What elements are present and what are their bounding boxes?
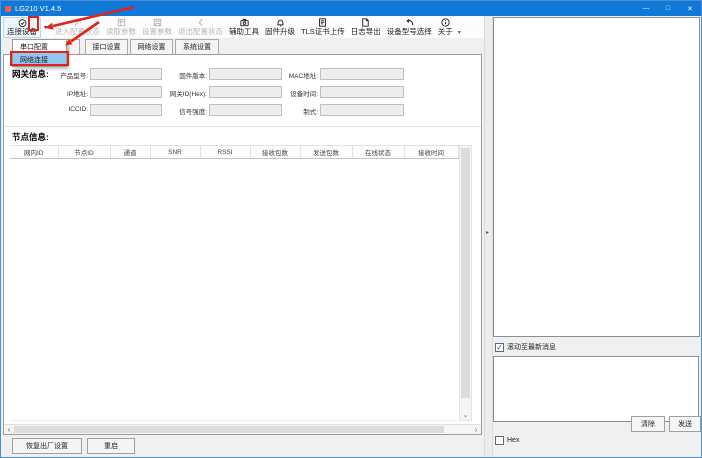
close-button[interactable]: ✕ [679, 1, 701, 16]
minimize-button[interactable]: — [635, 1, 657, 16]
column-header-rx-time[interactable]: 接收时间 [404, 146, 458, 159]
firmware-version-label: 固件版本: [145, 70, 207, 80]
section-divider [4, 126, 481, 127]
network-standard-label: 制式: [256, 106, 318, 116]
window-title: LG210 V1.4.5 [15, 4, 61, 13]
autoscroll-row: ✓ 滚动至最新消息 [495, 342, 556, 352]
scroll-right-icon[interactable]: › [471, 425, 481, 435]
hex-label: Hex [507, 437, 519, 444]
main-panel: 网关信息: 产品型号: 固件版本: MAC地址: IP地址: 网关ID(Hex)… [3, 54, 482, 435]
chevron-down-icon: ▾ [44, 24, 47, 31]
log-output-area[interactable] [493, 17, 700, 337]
toolbar-button-label: TLS证书上传 [301, 28, 345, 37]
tab-network-settings[interactable]: 网络设置 [130, 39, 173, 55]
app-window: LG210 V1.4.5 — □ ✕ 连接设备 ▾ 进入配置状态 读取参数 设置… [0, 0, 702, 458]
autoscroll-label: 滚动至最新消息 [507, 342, 556, 352]
table-vertical-scrollbar[interactable]: ⌄ [459, 145, 472, 421]
node-table: 网内ID 节点ID 通道 SNR RSSI 接收包数 发送包数 在线状态 接收时… [10, 145, 459, 159]
hex-checkbox[interactable] [495, 436, 504, 445]
about-button[interactable]: 关于 [435, 17, 456, 38]
toolbar-button-label: 辅助工具 [229, 28, 259, 37]
column-header-tx-count[interactable]: 发送包数 [300, 146, 352, 159]
toolbar-overflow-icon[interactable]: ▾ [458, 29, 461, 38]
node-info-title: 节点信息: [12, 131, 49, 143]
connect-device-dropdown-arrow[interactable]: ▾ [41, 18, 50, 36]
toolbar-button-label: 设置参数 [142, 28, 172, 37]
toolbar-button-label: 关于 [438, 28, 453, 37]
column-header-snr[interactable]: SNR [150, 146, 200, 159]
gateway-id-label: 网关ID(Hex): [145, 88, 207, 98]
window-controls: — □ ✕ [635, 1, 701, 16]
maximize-button[interactable]: □ [657, 1, 679, 16]
toolbar-button-label: 进入配置状态 [55, 28, 100, 37]
log-export-button[interactable]: 日志导出 [348, 17, 384, 38]
splitter-collapse-icon[interactable]: ▸ [486, 229, 489, 236]
toolbar-button-label: 固件升级 [265, 28, 295, 37]
ip-address-label: IP地址: [26, 88, 88, 98]
column-header-channel[interactable]: 通道 [110, 146, 150, 159]
column-header-rx-count[interactable]: 接收包数 [250, 146, 300, 159]
enter-config-state-button: 进入配置状态 [52, 17, 103, 38]
clear-button[interactable]: 清除 [631, 416, 665, 432]
node-table-header-row: 网内ID 节点ID 通道 SNR RSSI 接收包数 发送包数 在线状态 接收时… [10, 146, 458, 159]
node-table-body [10, 159, 458, 421]
tab-interface-settings[interactable]: 接口设置 [85, 39, 128, 55]
column-header-rssi[interactable]: RSSI [200, 146, 250, 159]
set-params-button: 设置参数 [139, 17, 175, 38]
product-model-label: 产品型号: [26, 70, 88, 80]
toolbar-button-label: 日志导出 [351, 28, 381, 37]
horizontal-scrollbar-thumb[interactable] [14, 426, 444, 433]
toolbar-button-label: 设备型号选择 [387, 28, 432, 37]
app-icon [5, 6, 11, 12]
hex-row: Hex [495, 436, 519, 445]
auxiliary-tools-button[interactable]: 辅助工具 [226, 17, 262, 38]
autoscroll-checkbox[interactable]: ✓ [495, 343, 504, 352]
firmware-upgrade-button[interactable]: 固件升级 [262, 17, 298, 38]
toolbar: 连接设备 ▾ 进入配置状态 读取参数 设置参数 退出配置状态 辅助工具 固件升级 [1, 16, 484, 38]
column-header-net-id[interactable]: 网内ID [10, 146, 58, 159]
scroll-left-icon[interactable]: ‹ [4, 425, 14, 435]
restart-button[interactable]: 重启 [87, 438, 135, 454]
column-header-online[interactable]: 在线状态 [352, 146, 404, 159]
toolbar-button-label: 退出配置状态 [178, 28, 223, 37]
network-standard-input[interactable] [320, 104, 404, 116]
send-button[interactable]: 发送 [669, 416, 701, 432]
mac-address-input[interactable] [320, 68, 404, 80]
send-message-input[interactable] [493, 356, 699, 422]
main-horizontal-scrollbar[interactable]: ‹ › [4, 424, 481, 434]
title-bar: LG210 V1.4.5 — □ ✕ [1, 1, 701, 16]
iccid-label: ICCID: [26, 106, 88, 113]
column-header-node-id[interactable]: 节点ID [58, 146, 110, 159]
scroll-down-icon[interactable]: ⌄ [460, 409, 471, 420]
panel-splitter[interactable]: ▸ [484, 16, 493, 458]
tab-system-settings[interactable]: 系统设置 [175, 39, 219, 55]
device-time-label: 设备时间: [256, 88, 318, 98]
vertical-scrollbar-thumb[interactable] [461, 148, 470, 398]
log-panel: ✓ 滚动至最新消息 Hex [493, 16, 702, 458]
toolbar-button-label: 读取参数 [106, 28, 136, 37]
factory-reset-button[interactable]: 恢复出厂设置 [12, 438, 82, 454]
device-time-input[interactable] [320, 86, 404, 98]
annotation-box-dropdown-arrow [28, 16, 39, 31]
signal-strength-label: 信号强度: [145, 106, 207, 116]
mac-address-label: MAC地址: [256, 70, 318, 80]
exit-config-state-button: 退出配置状态 [175, 17, 226, 38]
read-params-button: 读取参数 [103, 17, 139, 38]
annotation-box-network-connection [10, 51, 69, 66]
device-model-select-button[interactable]: 设备型号选择 [384, 17, 435, 38]
tls-cert-upload-button[interactable]: TLS证书上传 [298, 17, 348, 38]
